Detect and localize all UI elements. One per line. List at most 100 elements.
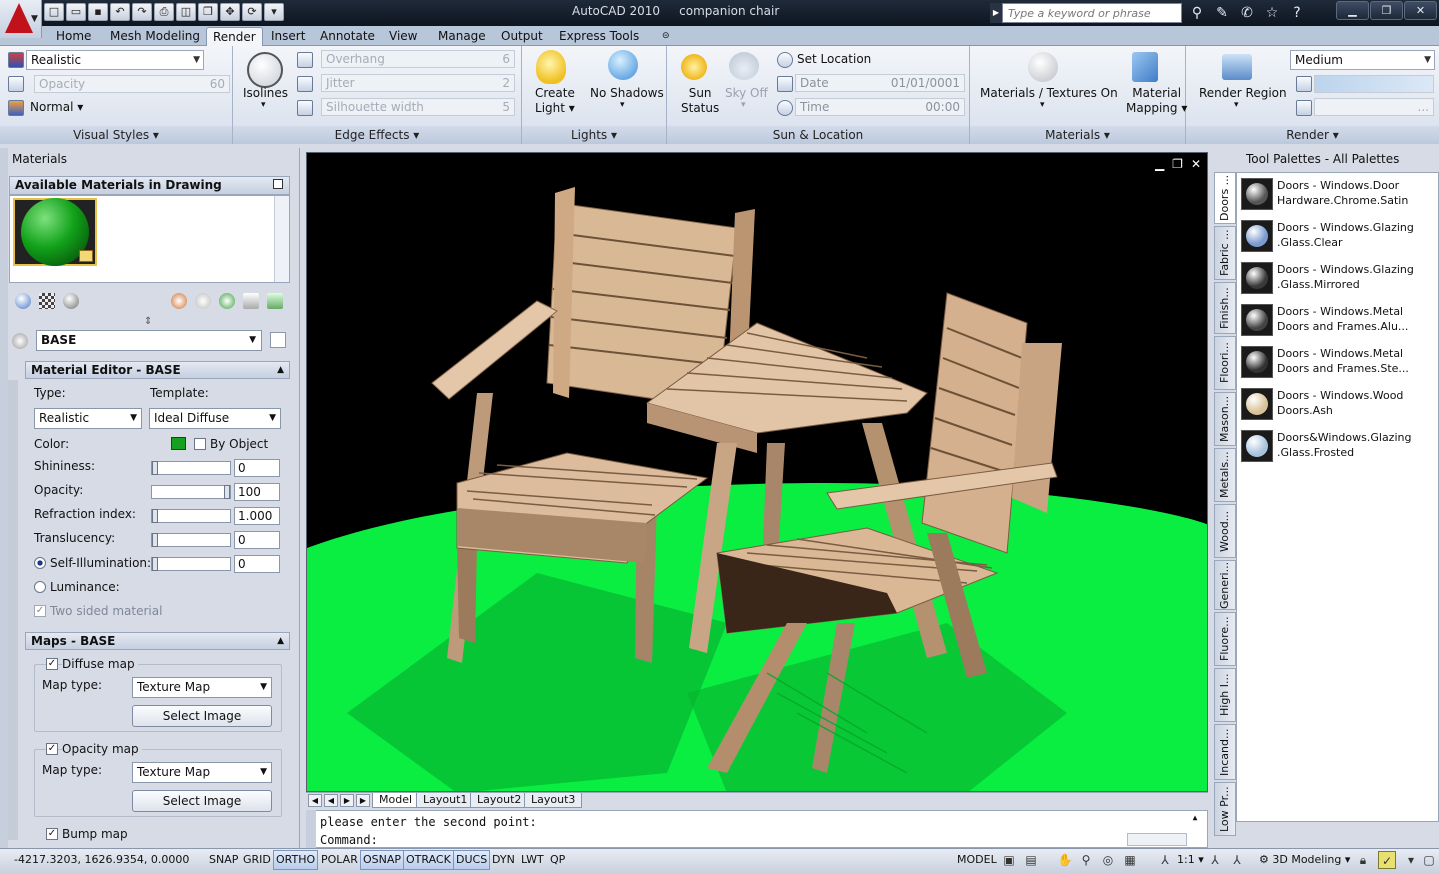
layout-quick-view-icon[interactable]: ▣ <box>1000 851 1018 869</box>
self-illumination-radio[interactable] <box>34 557 46 569</box>
undo-icon[interactable]: ↶ <box>110 3 130 21</box>
coordinates-readout[interactable]: -4217.3203, 1626.9354, 0.0000 <box>14 853 189 866</box>
otrack-toggle[interactable]: OTRACK <box>403 850 454 870</box>
set-location-button[interactable]: Set Location <box>797 52 871 66</box>
materials-textures-dropdown[interactable]: Materials / Textures On <box>980 86 1118 100</box>
isolines-button[interactable]: Isolines <box>243 86 288 100</box>
apply-material-icon[interactable] <box>219 293 235 309</box>
visual-style-combo[interactable]: Realistic ▼ <box>26 50 204 70</box>
3d-viewport[interactable]: ▁ ❐ ✕ <box>306 152 1208 792</box>
opacity-input[interactable]: 100 <box>234 483 280 501</box>
publish-icon[interactable]: ◫ <box>176 3 196 21</box>
close-icon[interactable]: ✕ <box>1404 1 1437 20</box>
time-slider[interactable]: Time 00:00 <box>795 98 965 116</box>
palette-tab[interactable]: High I... <box>1214 668 1236 722</box>
opacity-map-type-select[interactable]: Texture Map ▼ <box>132 762 272 783</box>
edge-effects-title[interactable]: Edge Effects ▾ <box>233 126 521 144</box>
tab-annotate[interactable]: Annotate <box>314 27 381 46</box>
translucency-input[interactable]: 0 <box>234 531 280 549</box>
save-icon[interactable]: ▪ <box>88 3 108 21</box>
editor-scrollbar[interactable] <box>8 380 18 840</box>
face-style-dropdown[interactable]: Normal ▾ <box>30 100 83 114</box>
palette-tab[interactable]: Floori... <box>1214 336 1236 390</box>
swatch-geometry-icon[interactable] <box>15 293 31 309</box>
remove-material-icon[interactable] <box>243 293 259 309</box>
redo-icon[interactable]: ↷ <box>132 3 152 21</box>
qp-toggle[interactable]: QP <box>547 850 568 870</box>
communication-icon[interactable]: ✆ <box>1236 3 1258 23</box>
tab-layout2[interactable]: Layout2 <box>470 793 529 808</box>
by-object-checkbox[interactable] <box>194 438 206 450</box>
material-swatch-base[interactable] <box>13 198 97 266</box>
tab-insert[interactable]: Insert <box>265 27 311 46</box>
preview-lighting-icon[interactable] <box>63 293 79 309</box>
luminance-radio[interactable] <box>34 581 46 593</box>
minimize-icon[interactable]: ▁ <box>1336 1 1369 20</box>
snap-toggle[interactable]: SNAP <box>206 850 241 870</box>
diffuse-select-image-button[interactable]: Select Image <box>132 705 272 727</box>
palette-tab[interactable]: Generi... <box>1214 560 1236 610</box>
silhouette-slider[interactable]: Silhouette width 5 <box>321 98 515 116</box>
checkered-background-icon[interactable] <box>39 293 55 309</box>
materials-title[interactable]: Materials ▾ <box>970 126 1185 144</box>
copy-icon[interactable]: ❐ <box>198 3 218 21</box>
diffuse-map-checkbox[interactable]: ✓ <box>46 658 58 670</box>
bump-map-checkbox[interactable]: ✓ <box>46 828 58 840</box>
ribbon-minimize-icon[interactable]: ⊝ <box>656 27 676 46</box>
command-prompt[interactable]: Command: <box>320 833 378 847</box>
move-icon[interactable]: ✥ <box>220 3 240 21</box>
ortho-toggle[interactable]: ORTHO <box>273 850 319 870</box>
annotation-scale-icon[interactable]: ⅄ <box>1156 851 1174 869</box>
keyword-search-input[interactable]: Type a keyword or phrase <box>1002 3 1182 23</box>
material-template-select[interactable]: Ideal Diffuse ▼ <box>149 408 281 429</box>
opacity-map-checkbox[interactable]: ✓ <box>46 743 58 755</box>
sun-status-button[interactable]: Sun Status <box>681 86 719 116</box>
material-options-icon[interactable] <box>270 332 286 348</box>
drawings-quick-view-icon[interactable]: ▤ <box>1022 851 1040 869</box>
palette-tab[interactable]: Metals... <box>1214 448 1236 502</box>
render-title[interactable]: Render ▾ <box>1186 126 1439 144</box>
render-region-button[interactable]: Render Region <box>1199 86 1287 100</box>
diffuse-map-type-select[interactable]: Texture Map ▼ <box>132 677 272 698</box>
refraction-input[interactable]: 1.000 <box>234 507 280 525</box>
subscription-icon[interactable]: ✎ <box>1211 3 1233 23</box>
favorites-star-icon[interactable]: ☆ <box>1261 3 1283 23</box>
steering-wheel-icon[interactable]: ◎ <box>1099 851 1117 869</box>
scroll-up-icon[interactable]: ▲ <box>1189 813 1201 827</box>
restore-icon[interactable]: ❐ <box>1370 1 1403 20</box>
prev-tab-icon[interactable]: ◀ <box>324 794 338 807</box>
showmotion-icon[interactable]: ▦ <box>1121 851 1139 869</box>
zoom-icon[interactable]: ⚲ <box>1077 851 1095 869</box>
tab-mesh-modeling[interactable]: Mesh Modeling <box>104 27 206 46</box>
materials-scrollbar[interactable] <box>274 196 289 282</box>
tab-render[interactable]: Render <box>206 27 263 46</box>
color-swatch[interactable] <box>171 437 186 450</box>
render-quality-combo[interactable]: Medium ▼ <box>1290 50 1435 70</box>
palette-tab[interactable]: Low Pr... <box>1214 782 1236 836</box>
new-icon[interactable]: □ <box>44 3 64 21</box>
tab-manage[interactable]: Manage <box>432 27 492 46</box>
first-tab-icon[interactable]: ◀ <box>308 794 322 807</box>
palette-tab[interactable]: Fluore... <box>1214 612 1236 666</box>
command-grip[interactable] <box>306 810 316 848</box>
close-icon[interactable]: ✕ <box>1191 157 1201 171</box>
splitter-icon[interactable]: ⇕ <box>144 316 152 327</box>
two-sided-checkbox[interactable]: ✓ <box>34 605 46 617</box>
overhang-slider[interactable]: Overhang 6 <box>321 50 515 68</box>
refraction-slider[interactable] <box>151 509 231 523</box>
lights-title[interactable]: Lights ▾ <box>522 126 666 144</box>
current-material-select[interactable]: BASE ▼ <box>36 330 262 351</box>
lock-icon[interactable]: 🔒︎ <box>1354 851 1372 869</box>
render-output-file[interactable]: ... <box>1314 98 1434 116</box>
dyn-toggle[interactable]: DYN <box>489 850 518 870</box>
palette-tab[interactable]: Fabric ... <box>1214 226 1236 280</box>
sky-dropdown[interactable]: Sky Off <box>725 86 768 100</box>
application-menu-button[interactable]: ▼ <box>0 0 42 38</box>
translucency-slider[interactable] <box>151 533 231 547</box>
palette-tab[interactable]: Incand... <box>1214 724 1236 780</box>
last-tab-icon[interactable]: ▶ <box>356 794 370 807</box>
tab-home[interactable]: Home <box>50 27 97 46</box>
select-material-icon[interactable] <box>12 333 28 349</box>
opacity-select-image-button[interactable]: Select Image <box>132 790 272 812</box>
grid-toggle[interactable]: GRID <box>240 850 274 870</box>
